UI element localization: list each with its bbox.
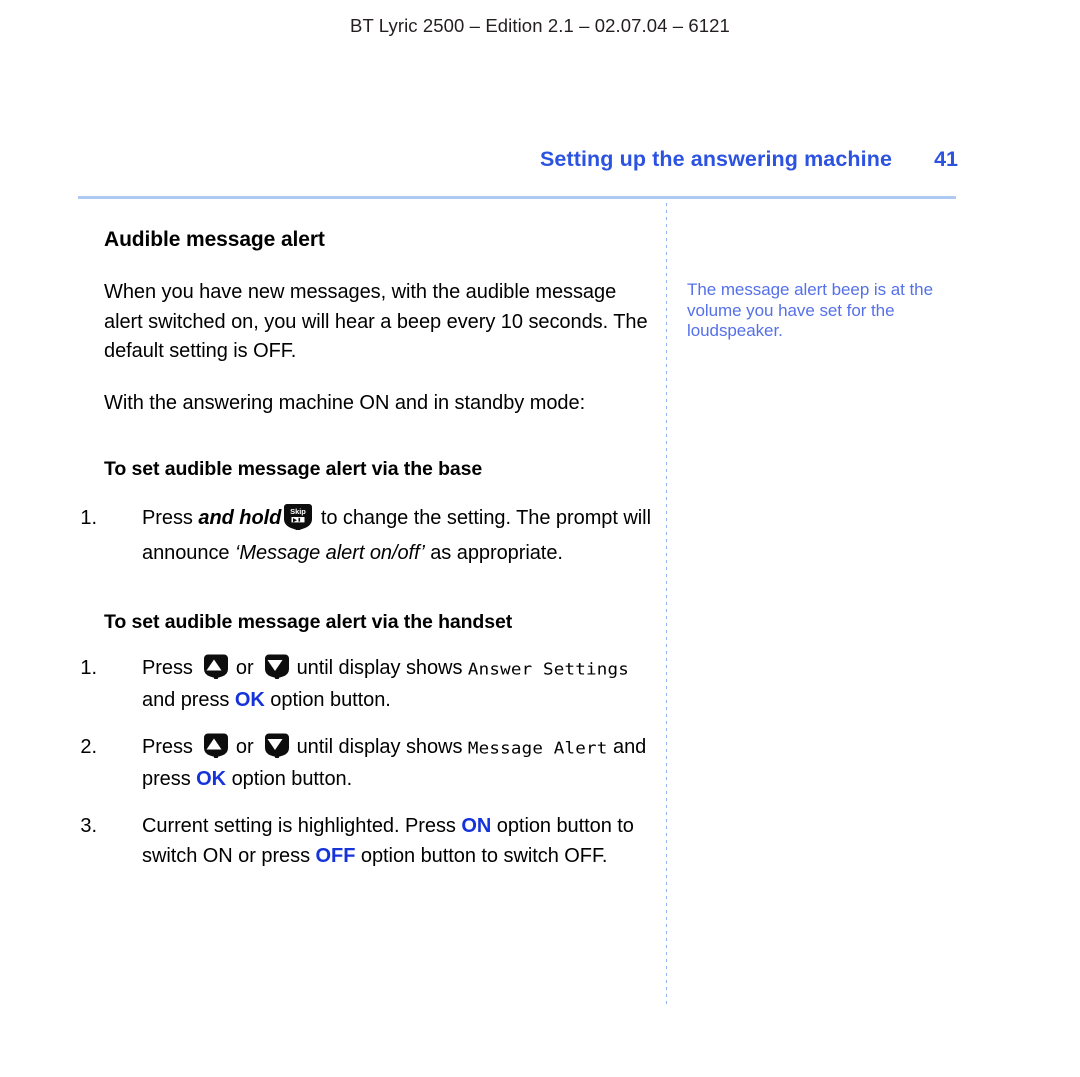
base-method-heading: To set audible message alert via the bas… <box>104 458 483 480</box>
header-rule <box>78 196 956 199</box>
step-text-part1: Press <box>142 507 199 529</box>
page-number: 41 <box>934 147 958 171</box>
step-text-or: or <box>230 736 260 758</box>
step-text-or: or <box>230 657 260 679</box>
standby-paragraph: With the answering machine ON and in sta… <box>104 391 586 414</box>
handset-step-3: 3. Current setting is highlighted. Press … <box>80 812 654 871</box>
step-number: 3. <box>80 815 97 837</box>
step-number: 1. <box>80 507 97 529</box>
handset-step-2: 2. Press or until display shows Message A… <box>80 733 654 794</box>
chapter-title: Setting up the answering machine <box>539 147 892 171</box>
sidebar-note: The message alert beep is at the volume … <box>687 280 933 340</box>
ok-option-key[interactable]: OK <box>196 768 226 790</box>
off-option-key[interactable]: OFF <box>316 845 356 867</box>
down-arrow-key-icon <box>261 733 290 759</box>
step-text-part3: and press <box>142 688 235 711</box>
step-emphasis: and hold <box>198 507 282 529</box>
step-quote: ‘Message alert on/off’ <box>234 542 425 564</box>
chapter-header-row: Setting up the answering machine 41 <box>78 147 958 172</box>
section-heading: Audible message alert <box>104 228 325 251</box>
step-text-part1: Press <box>142 657 199 679</box>
handset-steps-list: 1. Press or until display shows Answer Se… <box>80 654 654 871</box>
svg-text:Skip: Skip <box>290 507 306 516</box>
step-text-part3: option button to switch OFF. <box>355 844 608 867</box>
handset-method-heading: To set audible message alert via the han… <box>104 611 513 633</box>
base-steps-list: 1. Press and hold Skip to change the sett… <box>80 501 654 571</box>
step-text-part2: until display shows <box>291 736 468 758</box>
ok-option-key[interactable]: OK <box>235 689 265 711</box>
up-arrow-key-icon <box>200 654 229 680</box>
intro-paragraph: When you have new messages, with the aud… <box>104 281 648 362</box>
step-text-part2: until display shows <box>291 657 468 679</box>
step-text-part4: option button. <box>226 767 353 790</box>
step-text-part3: as appropriate. <box>424 542 563 564</box>
up-arrow-key-icon <box>200 733 229 759</box>
step-number: 1. <box>80 657 97 679</box>
on-option-key[interactable]: ON <box>461 815 491 837</box>
down-arrow-key-icon <box>261 654 290 680</box>
column-divider <box>666 203 667 1008</box>
display-text: Message Alert <box>467 739 608 759</box>
step-number: 2. <box>80 736 97 758</box>
display-text: Answer Settings <box>467 660 629 680</box>
step-text-part1: Press <box>142 736 199 758</box>
step-text-part1: Current setting is highlighted. Press <box>142 815 462 837</box>
main-content-column: Audible message alert When you have new … <box>80 228 654 889</box>
step-text-part4: option button. <box>264 688 391 711</box>
skip-key-icon: Skip <box>283 503 313 531</box>
base-step-1: 1. Press and hold Skip to change the sett… <box>80 501 654 571</box>
handset-step-1: 1. Press or until display shows Answer Se… <box>80 654 654 715</box>
running-header: BT Lyric 2500 – Edition 2.1 – 02.07.04 –… <box>350 15 730 36</box>
